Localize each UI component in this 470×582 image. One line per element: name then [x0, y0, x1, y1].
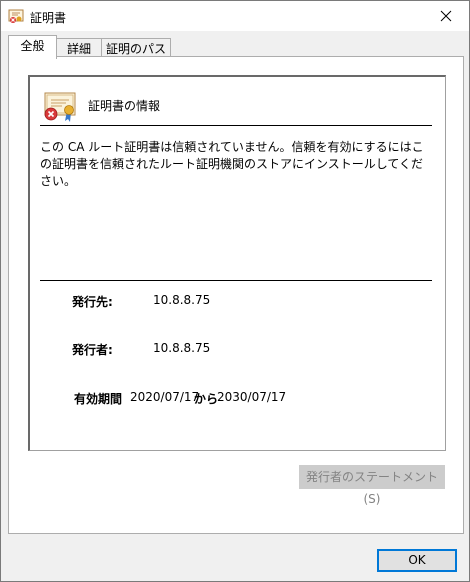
divider-top — [40, 125, 432, 126]
window-title: 証明書 — [30, 11, 67, 25]
valid-to-value: 2030/07/17 — [217, 390, 287, 404]
issued-by-label: 発行者: — [72, 343, 113, 357]
issued-by-value: 10.8.8.75 — [153, 341, 211, 355]
certificate-dialog: 証明書 全般 詳細 証明のパス 証明書の情報 この CA ルート証明書は信頼され… — [0, 0, 470, 582]
ok-button[interactable]: OK — [377, 549, 457, 572]
issued-to-label: 発行先: — [72, 295, 113, 309]
certificate-icon — [8, 9, 24, 23]
certificate-info-box: 証明書の情報 この CA ルート証明書は信頼されていません。信頼を有効にするには… — [28, 75, 446, 451]
validity-label: 有効期間 — [74, 392, 123, 406]
valid-from-value: 2020/07/17 — [130, 390, 200, 404]
tab-panel-general: 証明書の情報 この CA ルート証明書は信頼されていません。信頼を有効にするには… — [8, 56, 464, 534]
close-button[interactable] — [423, 1, 469, 31]
title-bar: 証明書 — [1, 1, 469, 31]
untrusted-certificate-icon — [44, 92, 76, 122]
issued-to-value: 10.8.8.75 — [153, 293, 211, 307]
issuer-statement-button[interactable]: 発行者のステートメント(S) — [299, 465, 445, 506]
divider-bottom — [40, 280, 432, 281]
tab-general[interactable]: 全般 — [8, 35, 57, 59]
info-title: 証明書の情報 — [88, 99, 161, 113]
validity-to-word: から — [194, 392, 219, 406]
trust-warning-text: この CA ルート証明書は信頼されていません。信頼を有効にするにはこの証明書を信… — [40, 140, 424, 188]
close-icon — [440, 10, 452, 22]
